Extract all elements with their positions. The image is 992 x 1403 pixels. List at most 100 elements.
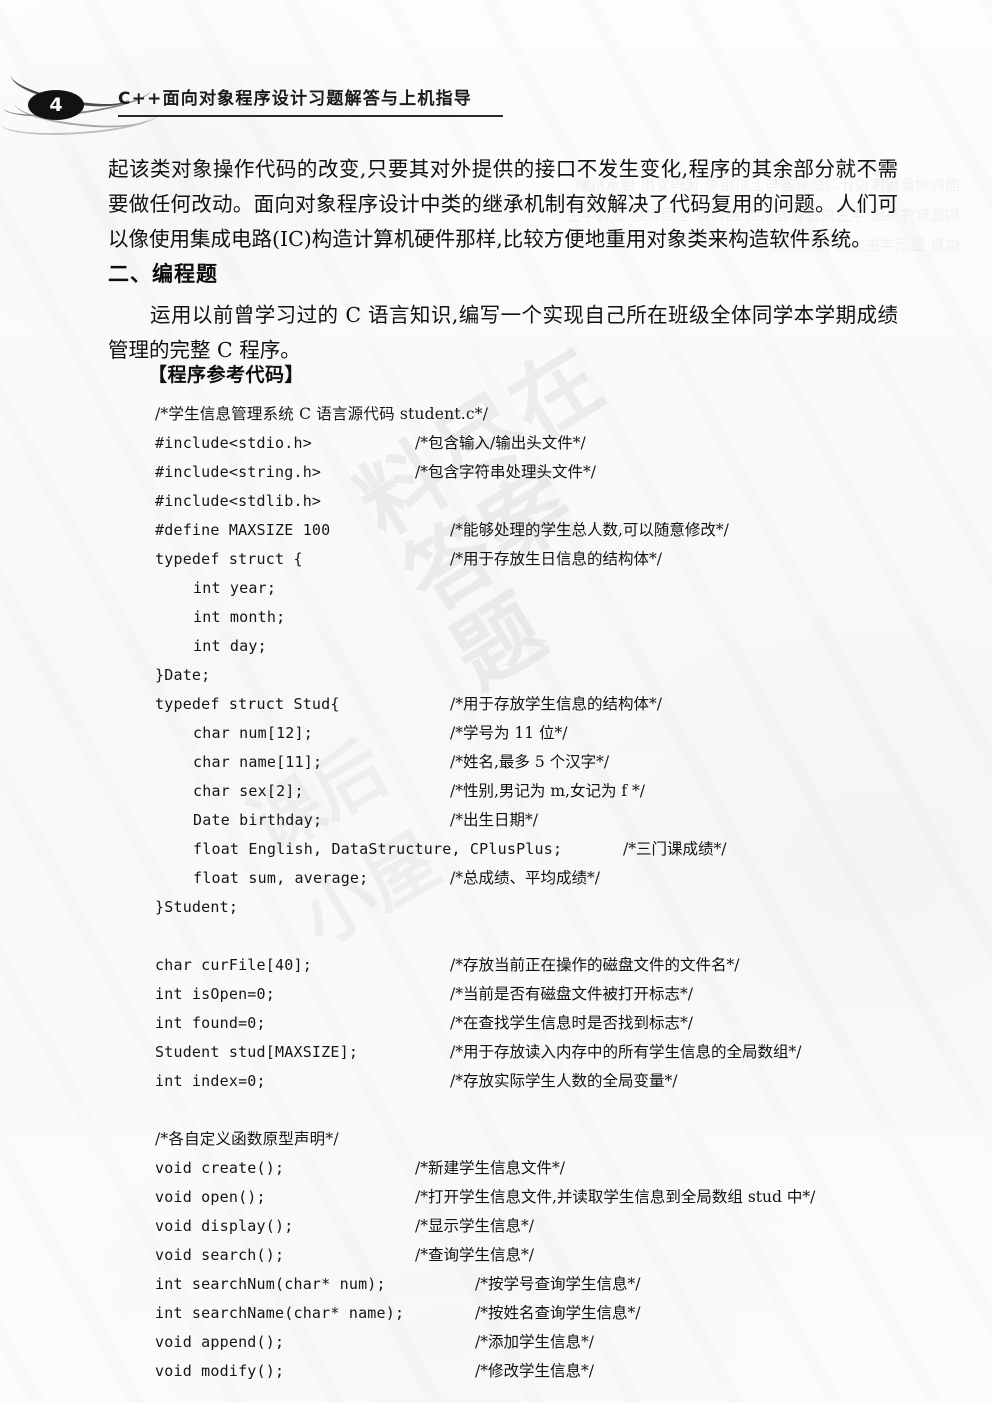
code-comment: /*新建学生信息文件*/ <box>415 1159 565 1177</box>
code-comment: /*打开学生信息文件,并读取学生信息到全局数组 stud 中*/ <box>415 1188 816 1206</box>
code-statement: int searchName(char* name); <box>155 1304 405 1322</box>
code-statement: int month; <box>193 608 286 626</box>
code-line: int index=0; /*存放实际学生人数的全局变量*/ <box>155 1067 955 1096</box>
code-statement: typedef struct { <box>155 550 303 568</box>
code-comment: /*按姓名查询学生信息*/ <box>475 1304 641 1322</box>
code-line: /*各自定义函数原型声明*/ <box>155 1125 955 1154</box>
header-divider-rule <box>118 115 503 117</box>
code-line: int found=0; /*在查找学生信息时是否找到标志*/ <box>155 1009 955 1038</box>
code-statement: int searchNum(char* num); <box>155 1275 386 1293</box>
code-line: int day; <box>155 632 955 661</box>
code-comment-only-line: /*学生信息管理系统 C 语言源代码 student.c*/ <box>155 405 489 423</box>
code-line: void search(); /*查询学生信息*/ <box>155 1241 955 1270</box>
page-number-badge: 4 <box>28 90 84 120</box>
code-line: void display(); /*显示学生信息*/ <box>155 1212 955 1241</box>
code-comment: /*修改学生信息*/ <box>475 1362 594 1380</box>
code-statement: #include<string.h> <box>155 463 322 481</box>
code-comment: /*存放实际学生人数的全局变量*/ <box>450 1072 678 1090</box>
code-line: char sex[2]; /*性别,男记为 m,女记为 f */ <box>155 777 955 806</box>
code-statement: typedef struct Stud{ <box>155 695 340 713</box>
code-line: char num[12]; /*学号为 11 位*/ <box>155 719 955 748</box>
code-comment: /*姓名,最多 5 个汉字*/ <box>450 753 610 771</box>
code-statement: void create(); <box>155 1159 285 1177</box>
code-comment: /*显示学生信息*/ <box>415 1217 534 1235</box>
code-line: char curFile[40]; /*存放当前正在操作的磁盘文件的文件名*/ <box>155 951 955 980</box>
code-comment: /*查询学生信息*/ <box>415 1246 534 1264</box>
code-comment: /*包含输入/输出头文件*/ <box>415 434 586 452</box>
code-comment: /*按学号查询学生信息*/ <box>475 1275 641 1293</box>
code-line: Student stud[MAXSIZE]; /*用于存放读入内存中的所有学生信息… <box>155 1038 955 1067</box>
code-comment: /*当前是否有磁盘文件被打开标志*/ <box>450 985 693 1003</box>
code-line: int searchName(char* name); /*按姓名查询学生信息*/ <box>155 1299 955 1328</box>
code-statement: void display(); <box>155 1217 294 1235</box>
code-comment: /*添加学生信息*/ <box>475 1333 594 1351</box>
code-statement: int year; <box>193 579 277 597</box>
code-comment: /*用于存放生日信息的结构体*/ <box>450 550 662 568</box>
code-statement: #include<stdlib.h> <box>155 492 322 510</box>
code-statement: #include<stdio.h> <box>155 434 312 452</box>
section-heading: 二、编程题 <box>108 262 218 286</box>
code-line: /*学生信息管理系统 C 语言源代码 student.c*/ <box>155 400 955 429</box>
book-title: C++面向对象程序设计习题解答与上机指导 <box>118 89 472 109</box>
code-listing: /*学生信息管理系统 C 语言源代码 student.c*/ #include<s… <box>155 400 955 1386</box>
code-line: void create(); /*新建学生信息文件*/ <box>155 1154 955 1183</box>
code-line: void modify(); /*修改学生信息*/ <box>155 1357 955 1386</box>
body-paragraph: 起该类对象操作代码的改变,只要其对外提供的接口不发生变化,程序的其余部分就不需要… <box>108 157 898 251</box>
code-line: #include<string.h> /*包含字符串处理头文件*/ <box>155 458 955 487</box>
code-comment: /*总成绩、平均成绩*/ <box>450 869 600 887</box>
code-comment: /*出生日期*/ <box>450 811 538 829</box>
code-comment: /*用于存放读入内存中的所有学生信息的全局数组*/ <box>450 1043 802 1061</box>
code-comment: /*包含字符串处理头文件*/ <box>415 463 596 481</box>
code-statement: Date birthday; <box>193 811 323 829</box>
code-line: float sum, average; /*总成绩、平均成绩*/ <box>155 864 955 893</box>
running-header: 4 C++面向对象程序设计习题解答与上机指导 <box>0 58 992 140</box>
code-statement: char num[12]; <box>193 724 313 742</box>
code-comment: /*能够处理的学生总人数,可以随意修改*/ <box>450 521 729 539</box>
code-statement: void modify(); <box>155 1362 285 1380</box>
code-comment: /*在查找学生信息时是否找到标志*/ <box>450 1014 693 1032</box>
body-paragraph: 运用以前曾学习过的 C 语言知识,编写一个实现自己所在班级全体同学本学期成绩管理… <box>108 303 898 362</box>
code-comment: /*用于存放学生信息的结构体*/ <box>450 695 662 713</box>
code-line: void append(); /*添加学生信息*/ <box>155 1328 955 1357</box>
code-line: typedef struct { /*用于存放生日信息的结构体*/ <box>155 545 955 574</box>
code-statement: int index=0; <box>155 1072 266 1090</box>
code-comment: /*学号为 11 位*/ <box>450 724 568 742</box>
code-statement: #define MAXSIZE 100 <box>155 521 331 539</box>
scanned-book-page: 面向对象程序设计习题解答与上机指导 代码复用 继承机制 构造软件系统 学生信息管… <box>0 0 992 1403</box>
code-statement: int day; <box>193 637 267 655</box>
code-comment: /*性别,男记为 m,女记为 f */ <box>450 782 646 800</box>
code-line: #define MAXSIZE 100 /*能够处理的学生总人数,可以随意修改*/ <box>155 516 955 545</box>
code-line: int month; <box>155 603 955 632</box>
code-statement: int isOpen=0; <box>155 985 275 1003</box>
code-line: Date birthday; /*出生日期*/ <box>155 806 955 835</box>
code-line: void open(); /*打开学生信息文件,并读取学生信息到全局数组 stud… <box>155 1183 955 1212</box>
code-statement: Student stud[MAXSIZE]; <box>155 1043 359 1061</box>
code-line: int isOpen=0; /*当前是否有磁盘文件被打开标志*/ <box>155 980 955 1009</box>
code-line: char name[11]; /*姓名,最多 5 个汉字*/ <box>155 748 955 777</box>
code-line: int year; <box>155 574 955 603</box>
code-line: #include<stdio.h> /*包含输入/输出头文件*/ <box>155 429 955 458</box>
code-line: #include<stdlib.h> <box>155 487 955 516</box>
code-statement: void search(); <box>155 1246 285 1264</box>
code-comment: /*三门课成绩*/ <box>623 840 727 858</box>
code-line: }Date; <box>155 661 955 690</box>
code-line: typedef struct Stud{ /*用于存放学生信息的结构体*/ <box>155 690 955 719</box>
code-line: int searchNum(char* num); /*按学号查询学生信息*/ <box>155 1270 955 1299</box>
code-line: float English, DataStructure, CPlusPlus;… <box>155 835 955 864</box>
code-comment: /*存放当前正在操作的磁盘文件的文件名*/ <box>450 956 740 974</box>
code-statement: char curFile[40]; <box>155 956 312 974</box>
code-statement: }Date; <box>155 666 211 684</box>
code-comment-only-line: /*各自定义函数原型声明*/ <box>155 1130 339 1148</box>
code-statement: int found=0; <box>155 1014 266 1032</box>
code-statement: void append(); <box>155 1333 285 1351</box>
code-statement: float sum, average; <box>193 869 369 887</box>
code-statement: char sex[2]; <box>193 782 304 800</box>
code-line: }Student; <box>155 893 955 922</box>
code-statement: }Student; <box>155 898 239 916</box>
code-statement: void open(); <box>155 1188 266 1206</box>
code-listing-label: 【程序参考代码】 <box>148 364 305 386</box>
code-statement: char name[11]; <box>193 753 323 771</box>
code-statement: float English, DataStructure, CPlusPlus; <box>193 840 563 858</box>
